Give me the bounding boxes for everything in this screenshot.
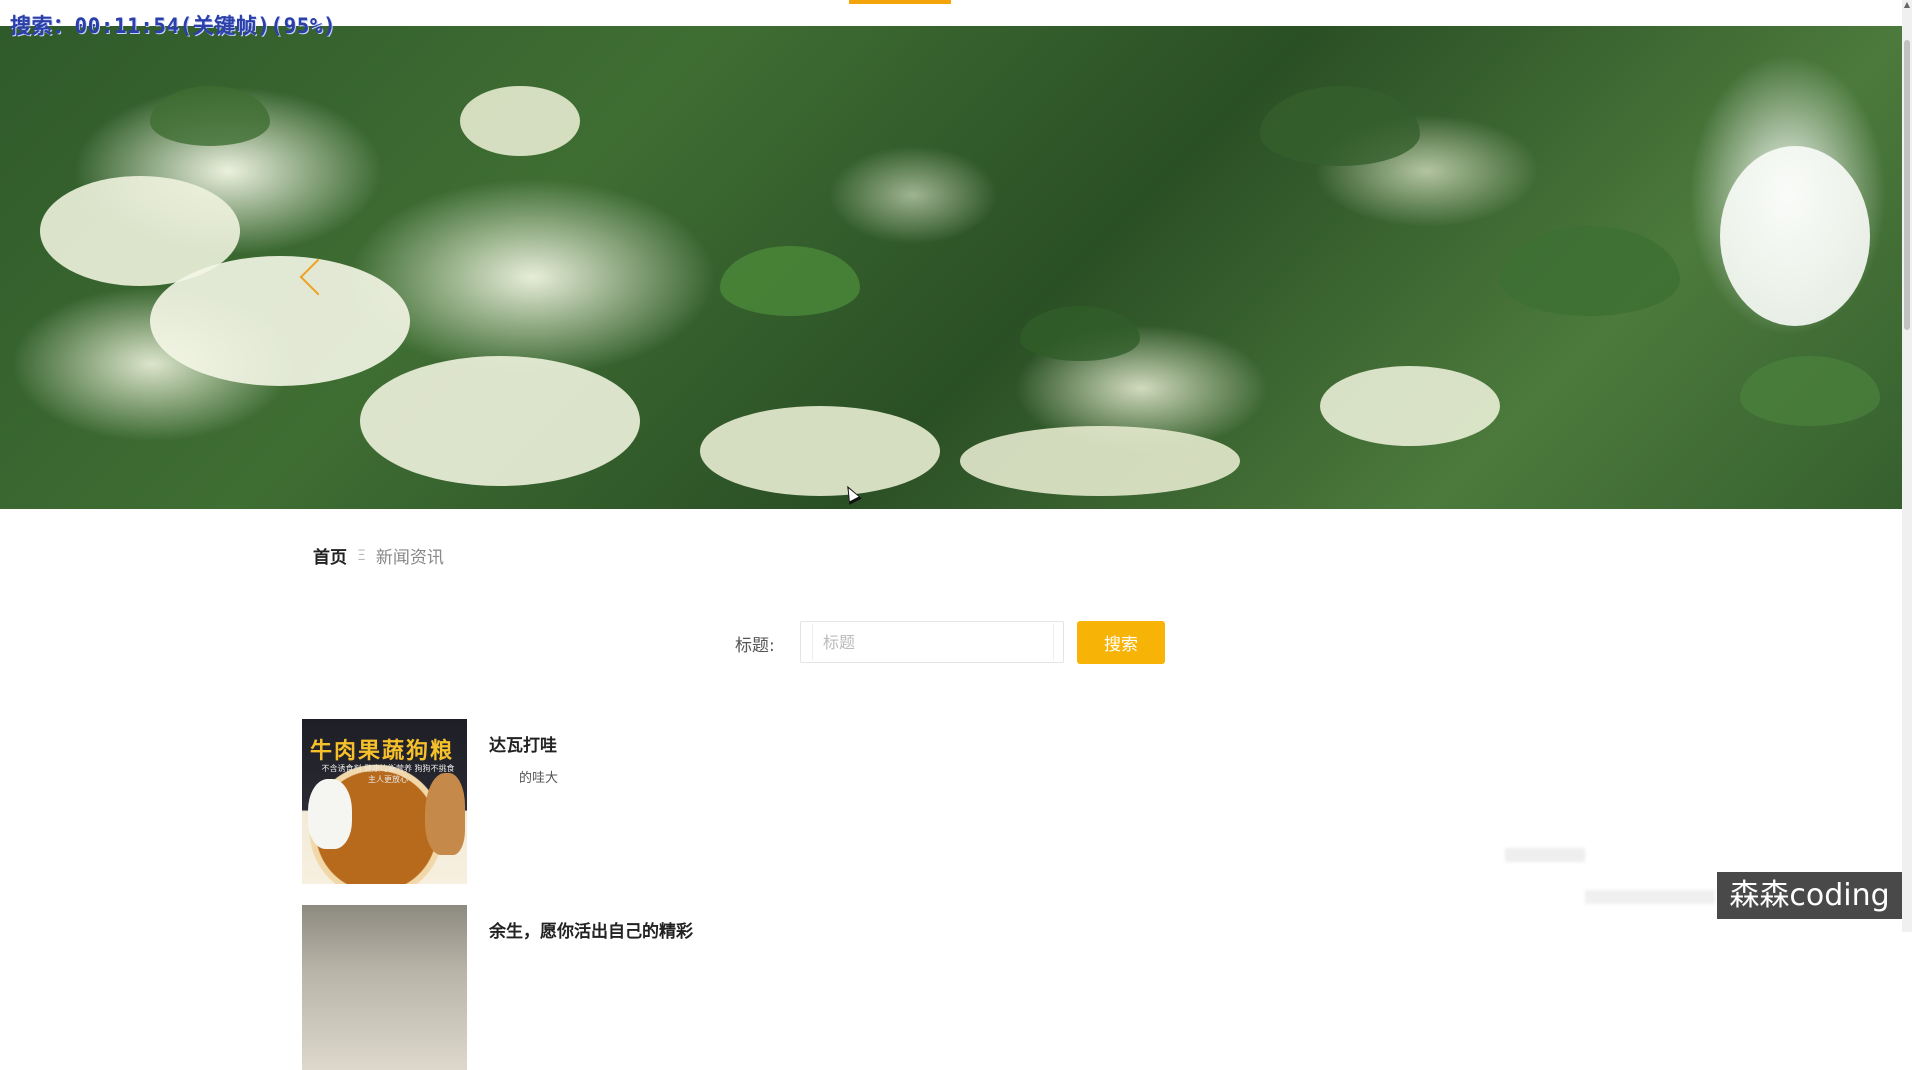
banner-leaf xyxy=(1260,86,1420,166)
banner-sky-patch xyxy=(1720,146,1870,326)
search-title-input[interactable] xyxy=(800,621,1064,663)
banner-leaf xyxy=(150,86,270,146)
news-title[interactable]: 达瓦打哇 xyxy=(489,731,557,756)
banner-flower xyxy=(150,256,410,386)
banner-leaf xyxy=(720,246,860,316)
banner-flower xyxy=(960,426,1240,496)
news-title[interactable]: 余生，愿你活出自己的精彩 xyxy=(489,917,693,942)
faded-float-element xyxy=(1505,848,1585,862)
breadcrumb: 首页 Ξ 新闻资讯 xyxy=(313,543,444,569)
video-search-status: 搜索：00:11:54(关键帧)(95%) xyxy=(10,14,337,38)
breadcrumb-home-link[interactable]: 首页 xyxy=(313,543,347,568)
dog-image xyxy=(308,779,352,849)
banner-leaf xyxy=(1020,306,1140,361)
banner-leaf xyxy=(1500,226,1680,316)
banner-flower xyxy=(360,356,640,486)
news-thumbnail[interactable]: 牛肉果蔬狗粮 不含诱食剂 健康均衡营养 狗狗不挑食 主人更放心 xyxy=(302,719,467,884)
input-divider xyxy=(1053,624,1054,660)
search-button[interactable]: 搜索 xyxy=(1077,621,1165,664)
news-description: 的哇大 xyxy=(519,771,559,786)
scrollbar-thumb[interactable] xyxy=(1904,40,1910,330)
dog-image xyxy=(425,773,465,855)
input-divider xyxy=(812,624,813,660)
banner-leaf xyxy=(1740,356,1880,426)
scroll-up-icon[interactable]: ▲ xyxy=(1903,0,1911,10)
thumbnail-subcaption: 不含诱食剂 健康均衡营养 狗狗不挑食 主人更放心 xyxy=(321,764,455,784)
page-scrollbar[interactable]: ▲ xyxy=(1902,0,1912,932)
thumbnail-caption: 牛肉果蔬狗粮 xyxy=(310,739,455,764)
breadcrumb-separator: Ξ xyxy=(357,547,366,564)
banner-flower xyxy=(1320,366,1500,446)
search-title-label: 标题: xyxy=(735,636,775,656)
brand-watermark: 森森coding xyxy=(1717,872,1902,919)
hero-banner-carousel[interactable] xyxy=(0,26,1902,509)
banner-flower xyxy=(700,406,940,496)
news-thumbnail[interactable] xyxy=(302,905,467,1070)
chevron-left-icon[interactable] xyxy=(297,256,325,300)
nav-active-indicator xyxy=(849,0,951,4)
faded-float-element xyxy=(1585,890,1715,904)
breadcrumb-current: 新闻资讯 xyxy=(375,548,444,568)
banner-flower xyxy=(460,86,580,156)
